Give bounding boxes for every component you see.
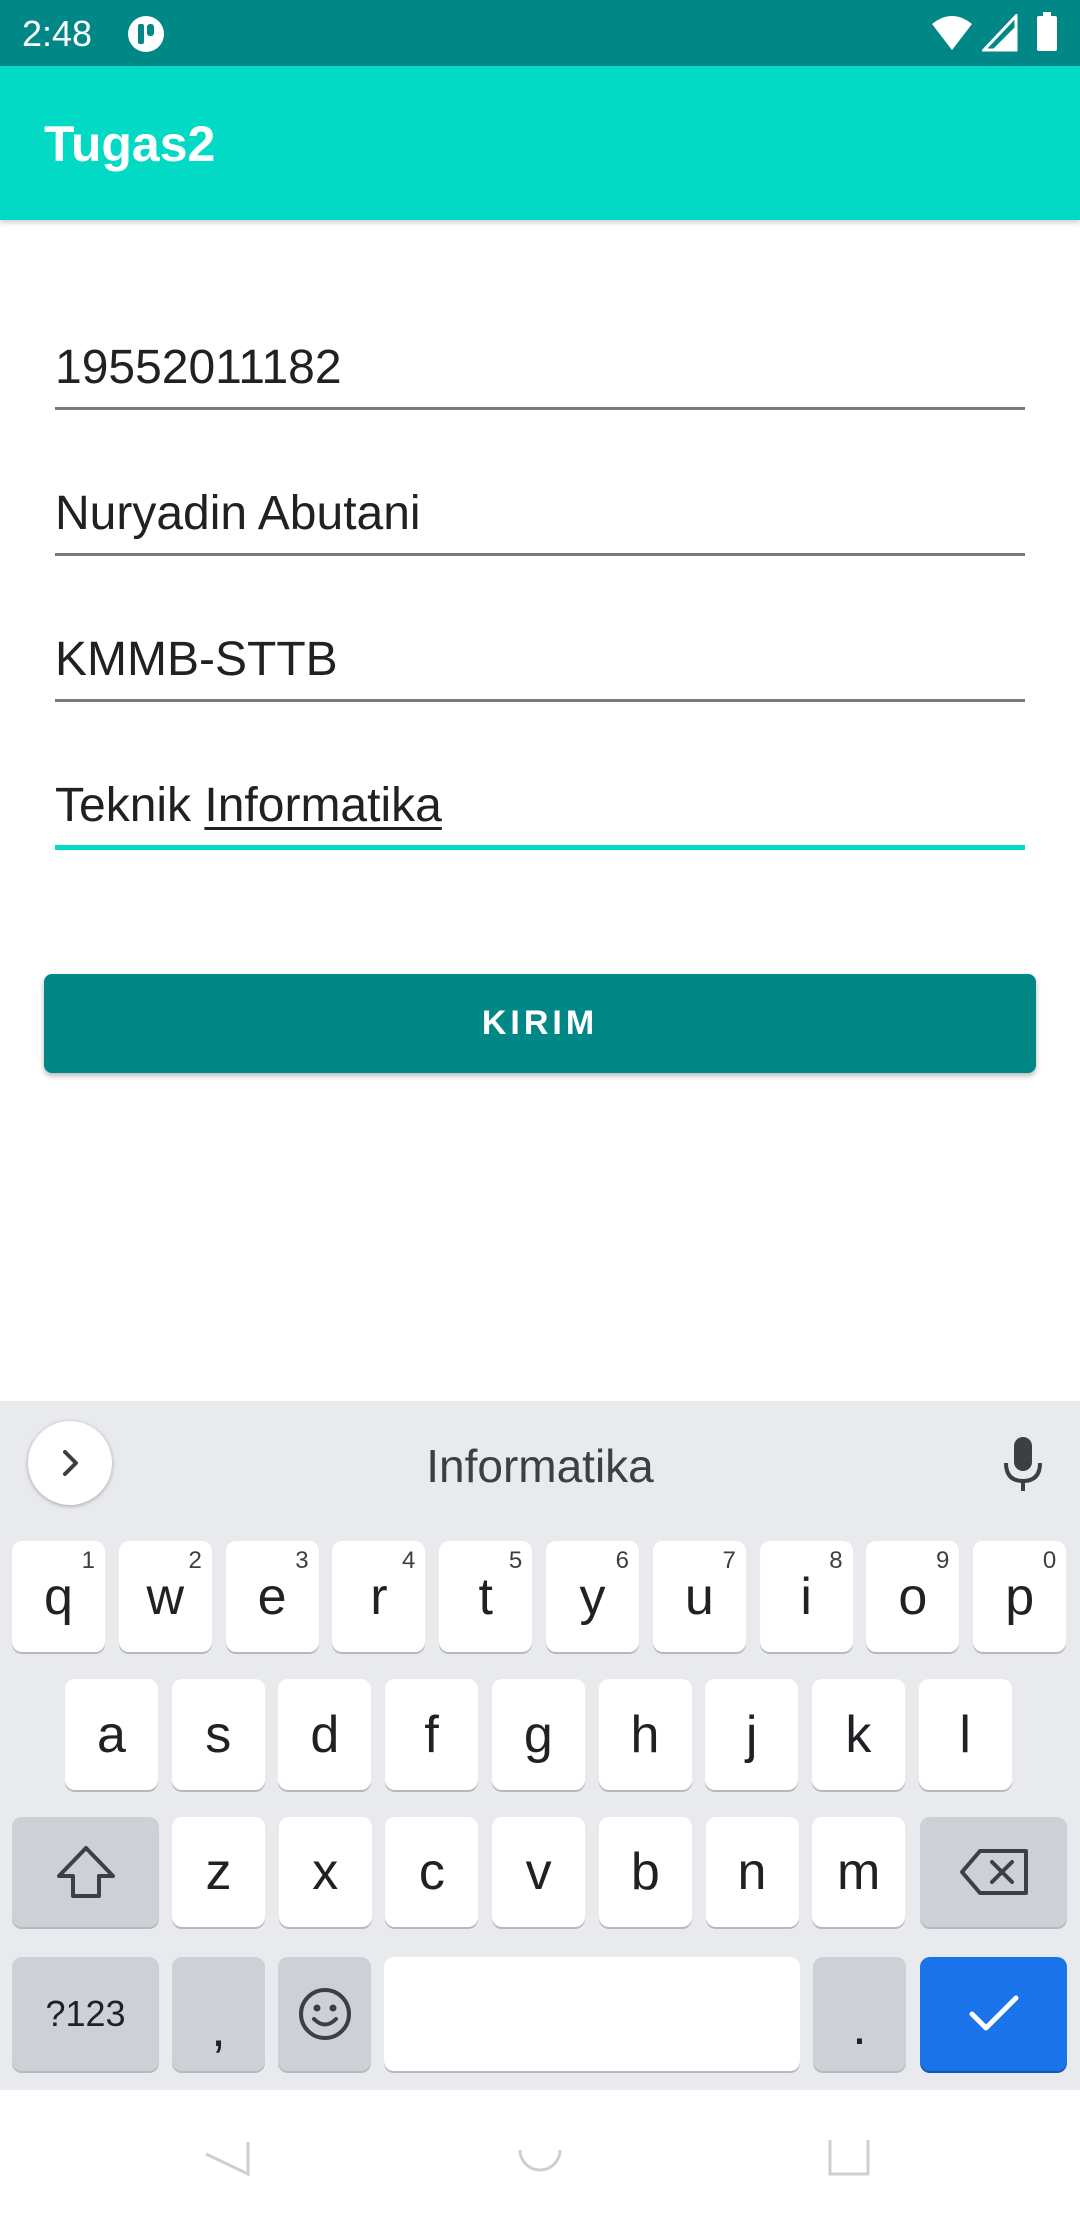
- word-suggestion[interactable]: Informatika: [300, 1439, 780, 1493]
- space-key[interactable]: [384, 1957, 800, 2071]
- suggestion-strip: Informatika: [0, 1401, 1080, 1527]
- key-y[interactable]: y6: [546, 1541, 639, 1652]
- key-e[interactable]: e3: [225, 1541, 319, 1652]
- key-p[interactable]: p0: [973, 1541, 1067, 1652]
- class-field[interactable]: KMMB-STTB: [55, 632, 1025, 702]
- key-label: p: [1005, 1567, 1035, 1626]
- shift-key[interactable]: [12, 1817, 159, 1927]
- name-underline: [55, 553, 1025, 556]
- key-hint: 1: [81, 1547, 95, 1574]
- key-hint: 3: [295, 1547, 309, 1574]
- nav-recents-icon[interactable]: [826, 2138, 872, 2178]
- nav-home-icon[interactable]: [518, 2142, 562, 2178]
- backspace-key[interactable]: [920, 1817, 1067, 1927]
- app-notification-icon: [128, 16, 164, 52]
- key-hint: 6: [615, 1547, 629, 1574]
- app-title: Tugas2: [44, 116, 216, 172]
- chevron-right-icon: [63, 1450, 78, 1476]
- major-field[interactable]: Teknik Informatika: [55, 778, 1025, 850]
- key-v[interactable]: v: [492, 1817, 586, 1927]
- key-hint: 9: [936, 1547, 950, 1574]
- key-q[interactable]: q1: [12, 1541, 105, 1652]
- key-hint: 7: [722, 1547, 736, 1574]
- send-button[interactable]: KIRIM: [44, 974, 1036, 1073]
- key-label: o: [898, 1567, 928, 1626]
- expand-toolbar-button[interactable]: [28, 1421, 112, 1505]
- key-h[interactable]: h: [598, 1679, 692, 1790]
- key-label: y: [579, 1567, 606, 1626]
- nim-value: 19552011182: [55, 341, 342, 394]
- wifi-icon: [932, 16, 972, 50]
- key-g[interactable]: g: [491, 1679, 585, 1790]
- nav-back-icon[interactable]: [202, 2140, 250, 2176]
- name-field[interactable]: Nuryadin Abutani: [55, 486, 1025, 556]
- key-s[interactable]: s: [171, 1679, 265, 1790]
- key-label: e: [257, 1567, 287, 1626]
- key-r[interactable]: r4: [332, 1541, 426, 1652]
- key-n[interactable]: n: [705, 1817, 799, 1927]
- key-z[interactable]: z: [172, 1817, 265, 1927]
- key-i[interactable]: i8: [759, 1541, 853, 1652]
- key-hint: 4: [402, 1547, 416, 1574]
- navigation-bar: [0, 2090, 1080, 2220]
- signal-icon: [982, 14, 1018, 52]
- major-value: Teknik Informatika: [55, 778, 442, 834]
- class-value: KMMB-STTB: [55, 633, 338, 686]
- status-bar: 2:48: [0, 0, 1080, 66]
- key-b[interactable]: b: [598, 1817, 692, 1927]
- key-l[interactable]: l: [918, 1679, 1012, 1790]
- key-label: r: [370, 1567, 388, 1626]
- symbols-key[interactable]: ?123: [12, 1957, 159, 2071]
- key-hint: 5: [508, 1547, 523, 1574]
- key-label: u: [684, 1567, 714, 1626]
- status-clock: 2:48: [22, 13, 93, 54]
- key-t[interactable]: t5: [439, 1541, 533, 1652]
- major-underline-focused: [55, 845, 1025, 850]
- key-x[interactable]: x: [278, 1817, 372, 1927]
- checkmark-icon: [969, 1995, 1018, 2031]
- comma-key[interactable]: ,: [172, 1957, 265, 2071]
- key-m[interactable]: m: [812, 1817, 906, 1927]
- key-d[interactable]: d: [278, 1679, 372, 1790]
- emoji-smiley-icon: [298, 1988, 351, 2040]
- nim-underline: [55, 407, 1025, 410]
- key-label: t: [478, 1567, 493, 1626]
- period-key[interactable]: .: [813, 1957, 906, 2071]
- key-w[interactable]: w2: [118, 1541, 212, 1652]
- enter-done-key[interactable]: [920, 1957, 1067, 2071]
- key-o[interactable]: o9: [866, 1541, 960, 1652]
- key-j[interactable]: j: [705, 1679, 799, 1790]
- key-c[interactable]: c: [385, 1817, 479, 1927]
- key-hint: 2: [188, 1547, 202, 1574]
- key-a[interactable]: a: [65, 1679, 158, 1790]
- microphone-icon[interactable]: [998, 1435, 1048, 1495]
- battery-icon: [1037, 12, 1057, 51]
- nim-field[interactable]: 19552011182: [55, 340, 1025, 410]
- key-hint: 0: [1042, 1547, 1057, 1574]
- key-label: q: [44, 1567, 73, 1626]
- emoji-key[interactable]: [278, 1957, 371, 2071]
- key-f[interactable]: f: [385, 1679, 479, 1790]
- class-underline: [55, 699, 1025, 702]
- key-label: w: [146, 1567, 185, 1626]
- name-value: Nuryadin Abutani: [55, 487, 421, 540]
- shift-arrow-icon: [56, 1846, 115, 1898]
- key-hint: 8: [829, 1547, 843, 1574]
- major-prefix: Teknik: [55, 779, 205, 832]
- key-u[interactable]: u7: [652, 1541, 746, 1652]
- key-label: i: [800, 1567, 812, 1626]
- backspace-icon: [959, 1849, 1028, 1895]
- soft-keyboard: Informatika q1w2e3r4t5y6u7i8o9p0 asdfghj…: [0, 1401, 1080, 2090]
- key-k[interactable]: k: [811, 1679, 905, 1790]
- major-composing-word: Informatika: [204, 779, 442, 832]
